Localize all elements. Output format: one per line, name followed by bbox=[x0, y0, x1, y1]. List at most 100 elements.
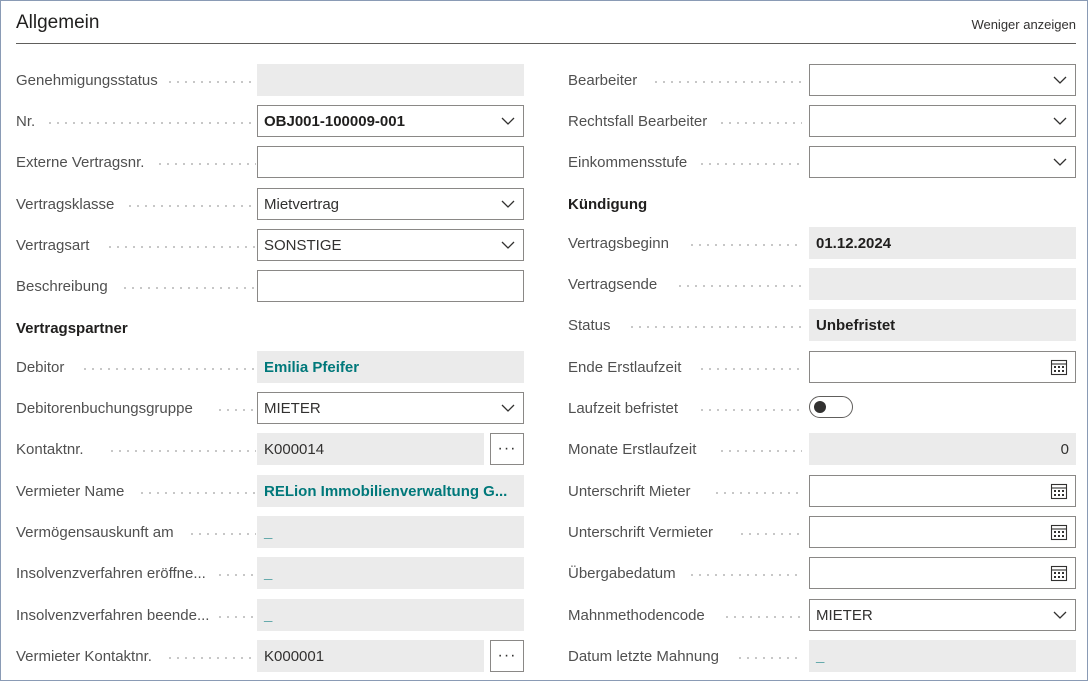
section-kuendigung: Kündigung bbox=[568, 196, 648, 213]
einkommensstufe-label: Einkommensstufe bbox=[568, 153, 696, 171]
row-nr: Nr. OBJ001-100009-001 bbox=[16, 105, 524, 137]
mahnmethodencode-label: Mahnmethodencode bbox=[568, 606, 713, 624]
status-field: Unbefristet bbox=[809, 309, 1076, 341]
nr-label: Nr. bbox=[16, 112, 44, 130]
status-label: Status bbox=[568, 316, 619, 334]
unterschrift-mieter-date[interactable] bbox=[809, 475, 1076, 507]
vertragsbeginn-field: 01.12.2024 bbox=[809, 227, 1076, 259]
row-vertragsklasse: Vertragsklasse Mietvertrag bbox=[16, 188, 524, 220]
vermieter-name-link[interactable]: RELion Immobilienverwaltung G... bbox=[257, 475, 524, 507]
row-mahnmethodencode: Mahnmethodencode MIETER bbox=[568, 599, 1076, 631]
chevron-down-icon[interactable] bbox=[501, 238, 515, 252]
ende-erstlaufzeit-label: Ende Erstlaufzeit bbox=[568, 358, 690, 376]
vermieter-name-value: RELion Immobilienverwaltung G... bbox=[264, 482, 508, 500]
debitorenbuchungsgruppe-select[interactable]: MIETER bbox=[257, 392, 524, 424]
vertragsart-value: SONSTIGE bbox=[264, 236, 342, 254]
chevron-down-icon[interactable] bbox=[1053, 114, 1067, 128]
genehmigungsstatus-field bbox=[257, 64, 524, 96]
vermoegensauskunft-field: _ bbox=[257, 516, 524, 548]
mahnmethodencode-value: MIETER bbox=[816, 606, 873, 624]
section-vertragspartner: Vertragspartner bbox=[16, 320, 128, 337]
kontaktnr-field: K000014 bbox=[257, 433, 484, 465]
row-unterschrift-mieter: Unterschrift Mieter bbox=[568, 475, 1076, 507]
datum-letzte-mahnung-field: _ bbox=[809, 640, 1076, 672]
datum-letzte-mahnung-value: _ bbox=[816, 647, 825, 665]
row-debitorenbuchungsgruppe: Debitorenbuchungsgruppe MIETER bbox=[16, 392, 524, 424]
insolvenz-beendet-value: _ bbox=[264, 606, 273, 624]
row-vermieter-name: Vermieter Name RELion Immobilienverwaltu… bbox=[16, 475, 524, 507]
monate-erstlaufzeit-label: Monate Erstlaufzeit bbox=[568, 440, 705, 458]
show-less-link[interactable]: Weniger anzeigen bbox=[971, 17, 1076, 32]
vertragsklasse-select[interactable]: Mietvertrag bbox=[257, 188, 524, 220]
chevron-down-icon[interactable] bbox=[501, 114, 515, 128]
calendar-icon[interactable] bbox=[1050, 482, 1068, 500]
uebergabedatum-date[interactable] bbox=[809, 557, 1076, 589]
beschreibung-input[interactable] bbox=[257, 270, 524, 302]
ende-erstlaufzeit-date[interactable] bbox=[809, 351, 1076, 383]
row-rechtsfall-bearbeiter: Rechtsfall Bearbeiter bbox=[568, 105, 1076, 137]
more-options-icon[interactable]: ··· bbox=[490, 433, 524, 465]
calendar-icon[interactable] bbox=[1050, 523, 1068, 541]
chevron-down-icon[interactable] bbox=[1053, 155, 1067, 169]
vermieter-name-label: Vermieter Name bbox=[16, 482, 133, 500]
debitorenbuchungsgruppe-label: Debitorenbuchungsgruppe bbox=[16, 399, 201, 417]
vermieter-kontaktnr-label: Vermieter Kontaktnr. bbox=[16, 647, 160, 665]
mahnmethodencode-select[interactable]: MIETER bbox=[809, 599, 1076, 631]
laufzeit-befristet-toggle[interactable] bbox=[809, 396, 853, 418]
fasttab-header: Allgemein Weniger anzeigen bbox=[16, 1, 1076, 44]
vertragsklasse-label: Vertragsklasse bbox=[16, 195, 123, 213]
vermoegensauskunft-label: Vermögensauskunft am bbox=[16, 523, 182, 541]
insolvenz-beendet-field: _ bbox=[257, 599, 524, 631]
externe-vertragsnr-label: Externe Vertragsnr. bbox=[16, 153, 153, 171]
bearbeiter-select[interactable] bbox=[809, 64, 1076, 96]
einkommensstufe-select[interactable] bbox=[809, 146, 1076, 178]
kontaktnr-label: Kontaktnr. bbox=[16, 440, 92, 458]
beschreibung-label: Beschreibung bbox=[16, 277, 116, 295]
row-beschreibung: Beschreibung bbox=[16, 270, 524, 302]
nr-value: OBJ001-100009-001 bbox=[264, 112, 405, 130]
insolvenz-eroeffnet-field: _ bbox=[257, 557, 524, 589]
row-vertragsbeginn: Vertragsbeginn 01.12.2024 bbox=[568, 227, 1076, 259]
vertragsart-label: Vertragsart bbox=[16, 236, 98, 254]
more-options-icon[interactable]: ··· bbox=[490, 640, 524, 672]
row-uebergabedatum: Übergabedatum bbox=[568, 557, 1076, 589]
row-insolvenz-eroeffnet: Insolvenzverfahren eröffne... _ bbox=[16, 557, 524, 589]
insolvenz-eroeffnet-label: Insolvenzverfahren eröffne... bbox=[16, 564, 214, 582]
row-unterschrift-vermieter: Unterschrift Vermieter bbox=[568, 516, 1076, 548]
rechtsfall-bearbeiter-select[interactable] bbox=[809, 105, 1076, 137]
chevron-down-icon[interactable] bbox=[1053, 73, 1067, 87]
unterschrift-vermieter-date[interactable] bbox=[809, 516, 1076, 548]
externe-vertragsnr-input[interactable] bbox=[257, 146, 524, 178]
chevron-down-icon[interactable] bbox=[1053, 608, 1067, 622]
calendar-icon[interactable] bbox=[1050, 358, 1068, 376]
row-vertragsende: Vertragsende bbox=[568, 268, 1076, 300]
unterschrift-mieter-label: Unterschrift Mieter bbox=[568, 482, 699, 500]
row-bearbeiter: Bearbeiter bbox=[568, 64, 1076, 96]
row-ende-erstlaufzeit: Ende Erstlaufzeit bbox=[568, 351, 1076, 383]
bearbeiter-label: Bearbeiter bbox=[568, 71, 646, 89]
nr-select[interactable]: OBJ001-100009-001 bbox=[257, 105, 524, 137]
calendar-icon[interactable] bbox=[1050, 564, 1068, 582]
row-externe-vertragsnr: Externe Vertragsnr. bbox=[16, 146, 524, 178]
datum-letzte-mahnung-label: Datum letzte Mahnung bbox=[568, 647, 727, 665]
debitor-link[interactable]: Emilia Pfeifer bbox=[257, 351, 524, 383]
row-genehmigungsstatus: Genehmigungsstatus bbox=[16, 64, 524, 96]
insolvenz-beendet-label: Insolvenzverfahren beende... bbox=[16, 606, 218, 624]
debitorenbuchungsgruppe-value: MIETER bbox=[264, 399, 321, 417]
vermoegensauskunft-value: _ bbox=[264, 523, 273, 541]
row-vermoegensauskunft: Vermögensauskunft am _ bbox=[16, 516, 524, 548]
vertragsende-field bbox=[809, 268, 1076, 300]
row-debitor: Debitor Emilia Pfeifer bbox=[16, 351, 524, 383]
chevron-down-icon[interactable] bbox=[501, 401, 515, 415]
vertragsende-label: Vertragsende bbox=[568, 275, 666, 293]
laufzeit-befristet-label: Laufzeit befristet bbox=[568, 399, 687, 417]
chevron-down-icon[interactable] bbox=[501, 197, 515, 211]
row-kontaktnr: Kontaktnr. K000014 ··· bbox=[16, 433, 524, 465]
row-datum-letzte-mahnung: Datum letzte Mahnung _ bbox=[568, 640, 1076, 672]
vertragsart-select[interactable]: SONSTIGE bbox=[257, 229, 524, 261]
unterschrift-vermieter-label: Unterschrift Vermieter bbox=[568, 523, 722, 541]
row-insolvenz-beendet: Insolvenzverfahren beende... _ bbox=[16, 599, 524, 631]
general-fasttab: Allgemein Weniger anzeigen Genehmigungss… bbox=[0, 0, 1088, 681]
genehmigungsstatus-label: Genehmigungsstatus bbox=[16, 71, 166, 89]
toggle-knob bbox=[814, 401, 826, 413]
